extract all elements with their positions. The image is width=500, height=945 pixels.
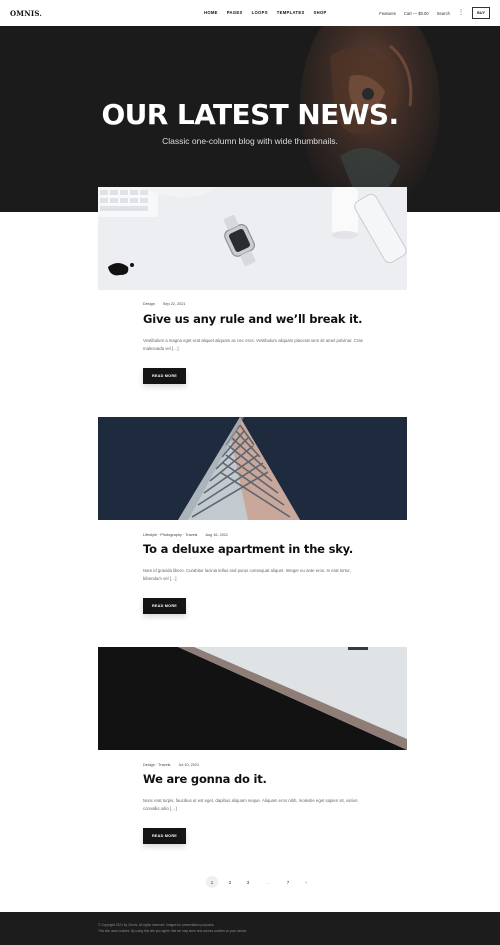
post-excerpt: Vestibulum a magna eget erat aliquet ali… — [143, 338, 363, 351]
search-link[interactable]: Search — [437, 11, 450, 16]
building-facade-image — [98, 417, 407, 520]
copyright-text: © Copyright 2021 by Omnis. All rights re… — [98, 923, 215, 927]
post-category[interactable]: Design — [143, 302, 155, 306]
features-link[interactable]: Features — [379, 11, 396, 16]
nav-item-home[interactable]: HOME — [204, 10, 218, 15]
read-more-button[interactable]: READ MORE — [143, 368, 186, 384]
architecture-angle-image — [98, 647, 407, 750]
nav-item-shop[interactable]: SHOP — [314, 10, 327, 15]
page-3-link[interactable]: 3 — [242, 876, 254, 888]
post-title[interactable]: To a deluxe apartment in the sky. — [143, 542, 353, 556]
main-nav: HOME PAGES LOOPS TEMPLATES SHOP — [204, 10, 327, 15]
post-excerpt: Nunc erat turpis, faucibus ut est eget, … — [143, 798, 358, 811]
post-card — [98, 647, 407, 750]
menu-dots-icon[interactable]: ⋮ — [458, 10, 464, 16]
post-meta: Design Sep 22, 2021 — [143, 302, 185, 306]
post-thumbnail[interactable] — [98, 647, 407, 750]
next-page-icon[interactable]: › — [300, 876, 312, 888]
page-title: OUR LATEST NEWS. — [101, 98, 399, 131]
post-meta: Design · Travels Jul 10, 2021 — [143, 763, 199, 767]
pagination-ellipsis: … — [265, 879, 271, 885]
post-title[interactable]: Give us any rule and we’ll break it. — [143, 312, 363, 326]
post-date: Aug 16, 2021 — [205, 533, 229, 537]
read-more-button[interactable]: READ MORE — [143, 828, 186, 844]
post-card — [98, 417, 407, 520]
desk-watch-phone-image — [98, 187, 407, 290]
post-category[interactable]: Lifestyle · Photography · Travels — [143, 533, 197, 537]
read-more-button[interactable]: READ MORE — [143, 598, 186, 614]
page-2-link[interactable]: 2 — [224, 876, 236, 888]
post-category[interactable]: Design · Travels — [143, 763, 170, 767]
page-1-link[interactable]: 1 — [206, 876, 218, 888]
post-excerpt: Nam id gravida libero. Curabitur lacinia… — [143, 568, 351, 581]
pagination: 1 2 3 … 7 › — [206, 876, 312, 888]
utility-nav: Features Cart — $0.00 Search ⋮ BUY — [379, 7, 490, 19]
post-date: Sep 22, 2021 — [162, 302, 186, 306]
post-meta: Lifestyle · Photography · Travels Aug 16… — [143, 533, 228, 537]
nav-item-loops[interactable]: LOOPS — [252, 10, 268, 15]
page-7-link[interactable]: 7 — [282, 876, 294, 888]
post-date: Jul 10, 2021 — [178, 763, 200, 767]
site-logo[interactable]: OMNIS. — [10, 9, 42, 18]
buy-button[interactable]: BUY — [472, 7, 490, 19]
page-subtitle: Classic one-column blog with wide thumbn… — [162, 136, 338, 146]
nav-item-templates[interactable]: TEMPLATES — [277, 10, 305, 15]
cookie-notice-text: This site uses cookies. By using this si… — [98, 929, 248, 933]
cart-link[interactable]: Cart — $0.00 — [404, 11, 429, 16]
post-thumbnail[interactable] — [98, 417, 407, 520]
hero-banner: OUR LATEST NEWS. Classic one-column blog… — [0, 26, 500, 212]
nav-item-pages[interactable]: PAGES — [227, 10, 243, 15]
post-card — [98, 187, 407, 387]
post-title[interactable]: We are gonna do it. — [143, 772, 267, 786]
site-header: OMNIS. HOME PAGES LOOPS TEMPLATES SHOP F… — [0, 0, 500, 26]
post-thumbnail[interactable] — [98, 187, 407, 290]
site-footer: © Copyright 2021 by Omnis. All rights re… — [0, 912, 500, 945]
